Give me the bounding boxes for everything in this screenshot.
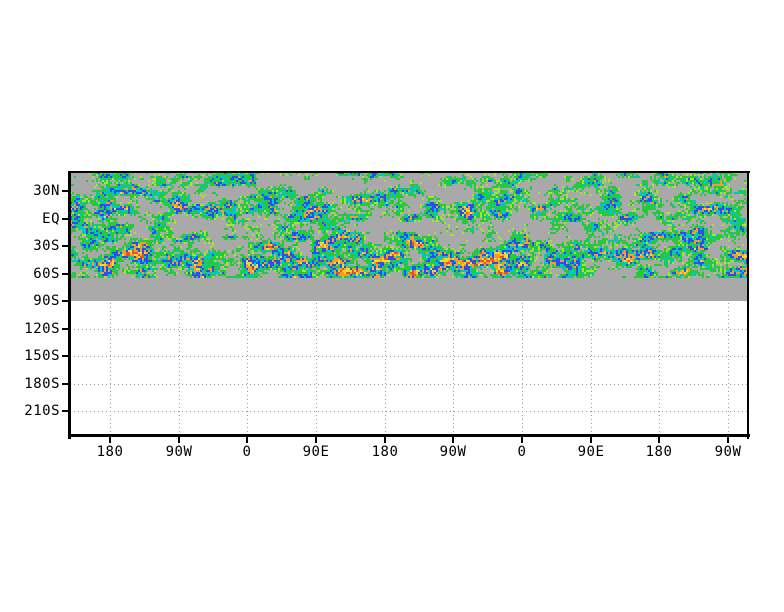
axis-frame-bottom (68, 434, 750, 437)
y-tick-label: 60S (33, 265, 60, 282)
vertical-gridline (247, 303, 248, 434)
x-axis-tick (590, 437, 592, 443)
y-tick-label: 150S (24, 348, 60, 364)
vertical-gridline (728, 303, 729, 434)
axis-frame-right (747, 171, 749, 439)
vertical-gridline (659, 303, 660, 434)
vertical-gridline (385, 303, 386, 434)
vertical-gridline (591, 303, 592, 434)
x-axis-tick (315, 437, 317, 443)
vertical-gridline (522, 303, 523, 434)
y-axis-tick (62, 355, 68, 357)
y-axis-tick (62, 245, 68, 247)
horizontal-gridline (70, 384, 748, 385)
horizontal-gridline (70, 356, 748, 357)
x-tick-label: 180 (96, 444, 124, 460)
y-axis-tick (62, 327, 68, 330)
y-tick-label: 30N (33, 183, 60, 199)
vertical-gridline (179, 303, 180, 434)
x-tick-label: 180 (371, 444, 399, 460)
y-axis-tick (62, 410, 68, 412)
y-tick-label: 210S (24, 403, 60, 419)
y-axis-tick (62, 217, 68, 220)
y-tick-label: 90S (33, 293, 60, 309)
y-axis-tick (62, 382, 68, 385)
y-axis-tick (62, 272, 68, 275)
x-axis-tick (658, 437, 660, 443)
axis-frame-top (68, 171, 750, 173)
x-tick-label: 90W (165, 444, 193, 460)
x-axis-tick (521, 437, 523, 443)
gridline-layer (70, 172, 748, 435)
y-tick-label: EQ (42, 210, 60, 227)
y-tick-label: 120S (24, 320, 60, 337)
vertical-gridline (316, 303, 317, 434)
x-tick-label: 90W (439, 444, 467, 460)
x-axis-tick (246, 437, 248, 443)
x-axis-tick (452, 437, 454, 443)
plot-area (70, 172, 748, 435)
x-tick-label: 0 (517, 444, 527, 460)
y-axis-tick (62, 300, 68, 302)
horizontal-gridline (70, 411, 748, 412)
x-axis-tick (109, 437, 111, 443)
x-tick-label: 0 (242, 444, 252, 460)
x-tick-label: 90E (302, 444, 330, 460)
horizontal-gridline (70, 329, 748, 330)
x-axis-tick (727, 437, 729, 443)
x-axis-tick (178, 437, 180, 443)
x-tick-label: 180 (645, 444, 673, 460)
axis-frame-left (68, 171, 71, 439)
x-tick-label: 90E (577, 444, 605, 460)
y-tick-label: 30S (33, 238, 60, 254)
x-axis-tick (384, 437, 386, 443)
grads-plot-screen: 30N EQ 30S 60S 90S 120S 150S 180S 210S 180 90W 0 90E… (0, 0, 784, 612)
vertical-gridline (453, 303, 454, 434)
y-tick-label: 180S (24, 375, 60, 392)
y-axis-tick (62, 190, 68, 192)
vertical-gridline (110, 303, 111, 434)
x-tick-label: 90W (714, 444, 742, 460)
